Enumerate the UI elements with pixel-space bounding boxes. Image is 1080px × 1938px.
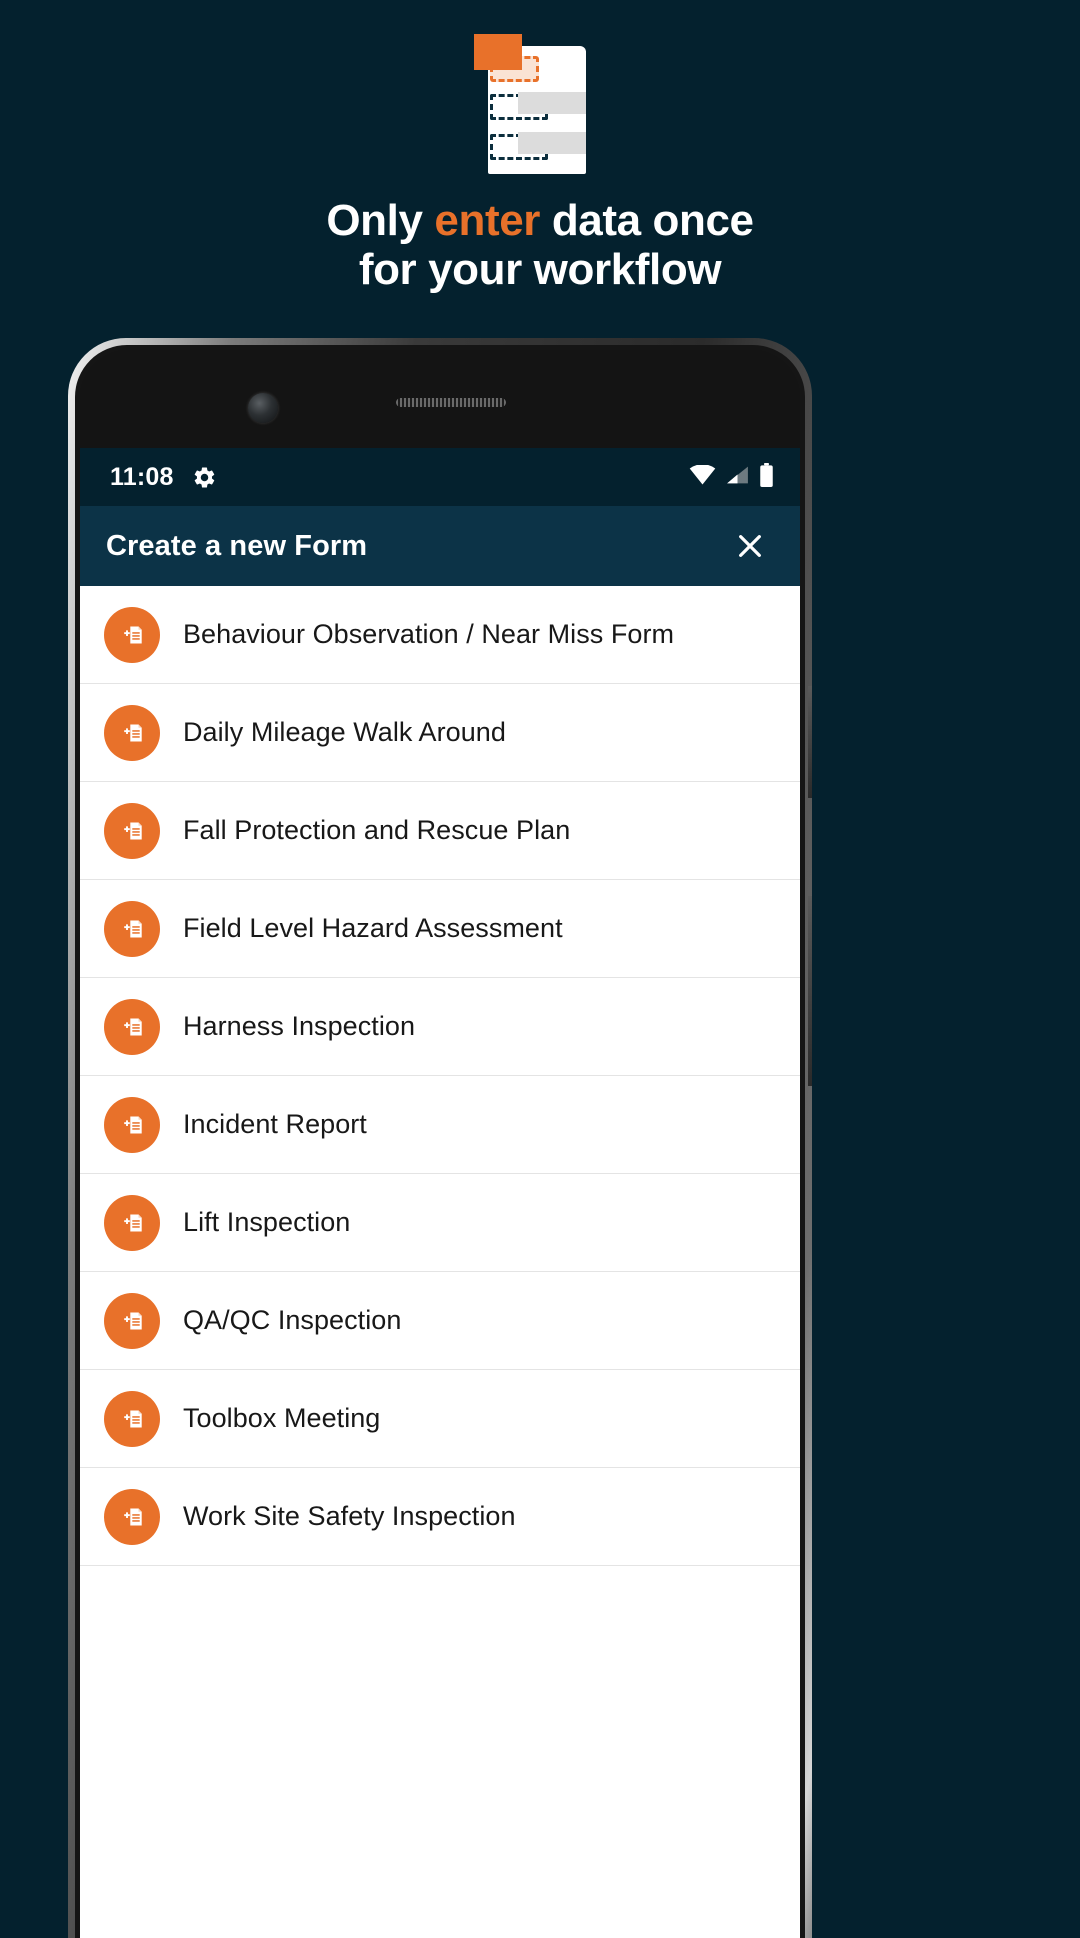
list-item[interactable]: Daily Mileage Walk Around	[80, 684, 800, 782]
gear-icon	[192, 465, 217, 490]
battery-full-icon	[759, 462, 774, 492]
phone-screen: 11:08 Create a new Form Behaviour Observ…	[80, 448, 800, 1938]
hero-headline: Only enter data once for your workflow	[0, 196, 1080, 295]
list-item-label: Work Site Safety Inspection	[183, 1501, 516, 1531]
android-status-bar: 11:08	[80, 448, 800, 506]
add-document-icon	[104, 1096, 160, 1153]
illustration-filled-field	[518, 132, 586, 154]
power-button[interactable]	[808, 896, 812, 1086]
list-item-label: Fall Protection and Rescue Plan	[183, 815, 571, 845]
add-document-icon	[104, 802, 160, 859]
list-item[interactable]: Lift Inspection	[80, 1174, 800, 1272]
list-item[interactable]: Toolbox Meeting	[80, 1370, 800, 1468]
list-item-label: Harness Inspection	[183, 1011, 416, 1041]
hero-illustration	[0, 34, 1080, 178]
list-item-label: QA/QC Inspection	[183, 1305, 402, 1335]
list-item-label: Incident Report	[183, 1109, 367, 1139]
headline-line-2: for your workflow	[358, 245, 722, 295]
list-item-label: Lift Inspection	[183, 1207, 351, 1237]
volume-button[interactable]	[808, 686, 812, 798]
close-icon[interactable]	[730, 526, 770, 566]
add-document-icon	[104, 1292, 160, 1349]
phone-frame: 11:08 Create a new Form Behaviour Observ…	[68, 338, 812, 1938]
illustration-filled-field	[518, 92, 586, 114]
headline-accent-word: enter	[434, 196, 540, 245]
add-document-icon	[104, 1194, 160, 1251]
form-template-list[interactable]: Behaviour Observation / Near Miss Form Da…	[80, 586, 800, 1938]
illustration-field-row	[490, 92, 586, 120]
illustration-accent-block	[474, 34, 522, 70]
list-item-label: Field Level Hazard Assessment	[183, 913, 563, 943]
list-item[interactable]: Field Level Hazard Assessment	[80, 880, 800, 978]
list-item[interactable]: Fall Protection and Rescue Plan	[80, 782, 800, 880]
illustration-field-row	[490, 132, 586, 160]
add-document-icon	[104, 900, 160, 957]
add-document-icon	[104, 1488, 160, 1545]
list-item[interactable]: Incident Report	[80, 1076, 800, 1174]
list-item[interactable]: QA/QC Inspection	[80, 1272, 800, 1370]
headline-text-before: Only	[326, 196, 435, 245]
status-bar-clock: 11:08	[110, 462, 174, 491]
add-document-icon	[104, 704, 160, 761]
add-document-icon	[104, 1390, 160, 1447]
headline-line-1: Only enter data once	[0, 196, 1080, 245]
wifi-icon	[689, 463, 716, 490]
phone-mockup: 11:08 Create a new Form Behaviour Observ…	[68, 338, 812, 1938]
list-item-label: Toolbox Meeting	[183, 1403, 381, 1433]
list-item[interactable]: Behaviour Observation / Near Miss Form	[80, 586, 800, 684]
earpiece-speaker-icon	[396, 398, 506, 407]
front-camera-icon	[248, 393, 278, 423]
add-document-icon	[104, 606, 160, 663]
add-document-icon	[104, 998, 160, 1055]
list-item[interactable]: Work Site Safety Inspection	[80, 1468, 800, 1566]
list-item[interactable]: Harness Inspection	[80, 978, 800, 1076]
list-item-label: Daily Mileage Walk Around	[183, 717, 506, 747]
dialog-title: Create a new Form	[106, 529, 368, 562]
headline-text-after: data once	[540, 196, 754, 245]
dialog-header: Create a new Form	[80, 506, 800, 586]
status-bar-icons	[689, 462, 774, 492]
cell-signal-icon	[725, 465, 750, 490]
list-item-label: Behaviour Observation / Near Miss Form	[183, 619, 675, 649]
